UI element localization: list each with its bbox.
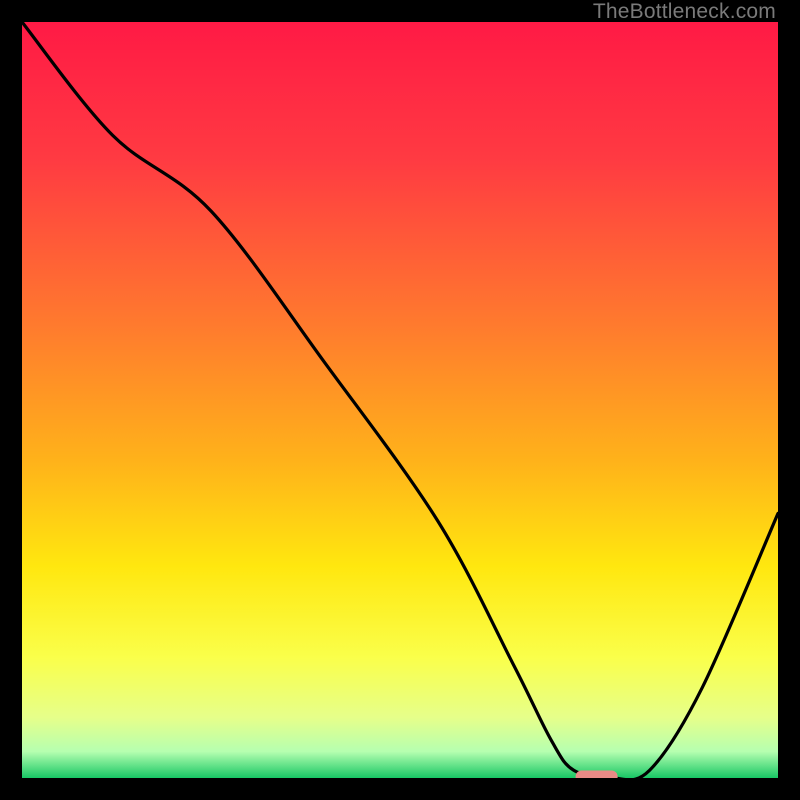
bottleneck-chart <box>22 22 778 778</box>
watermark-text: TheBottleneck.com <box>593 0 776 24</box>
optimal-point-marker <box>576 771 618 779</box>
chart-background <box>22 22 778 778</box>
chart-frame <box>22 22 778 778</box>
